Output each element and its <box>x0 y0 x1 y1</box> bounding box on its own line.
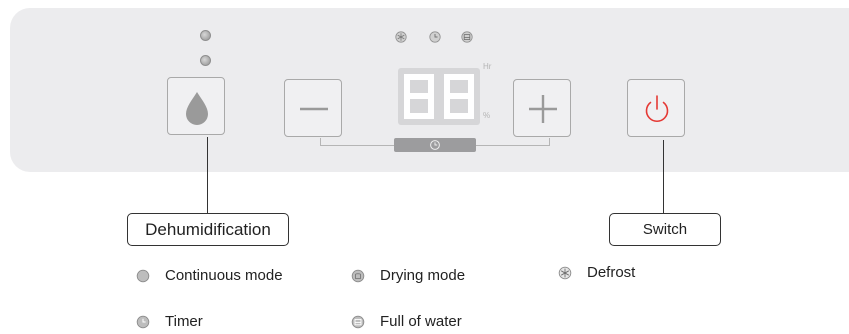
full-water-indicator-icon <box>461 30 473 43</box>
timer-button[interactable] <box>394 138 476 152</box>
legend-timer: Timer <box>136 313 203 330</box>
defrost-indicator-icon <box>395 30 407 43</box>
legend-defrost: Defrost <box>558 264 635 281</box>
dehumidification-callout: Dehumidification <box>127 213 289 246</box>
full-water-icon <box>351 315 365 329</box>
switch-callout: Switch <box>609 213 721 246</box>
continuous-mode-indicator-icon <box>200 30 211 41</box>
legend-timer-label: Timer <box>165 313 203 330</box>
timer-icon <box>430 140 440 150</box>
drying-mode-indicator-icon <box>200 55 211 66</box>
legend-defrost-label: Defrost <box>587 264 636 281</box>
water-drop-icon <box>186 92 208 125</box>
legend-drying-mode: Drying mode <box>351 267 465 284</box>
switch-label: Switch <box>642 221 688 238</box>
legend-full-of-water: Full of water <box>351 313 462 330</box>
dehumidification-leader-line <box>207 137 208 213</box>
percent-unit-label: % <box>483 111 491 120</box>
power-button[interactable] <box>627 79 685 137</box>
minus-icon <box>300 107 328 111</box>
continuous-mode-icon <box>136 269 150 283</box>
timer-legend-icon <box>136 315 150 329</box>
legend-full-of-water-label: Full of water <box>380 313 462 330</box>
plus-icon <box>529 95 557 123</box>
digital-display: 88 <box>398 68 480 125</box>
legend-drying-mode-label: Drying mode <box>380 267 466 284</box>
legend-continuous-mode-label: Continuous mode <box>165 267 283 284</box>
drying-mode-icon <box>351 269 365 283</box>
switch-leader-line <box>663 140 664 213</box>
dehumidification-label: Dehumidification <box>145 219 271 239</box>
hours-unit-label: Hr <box>483 62 492 71</box>
legend-continuous-mode: Continuous mode <box>136 267 283 284</box>
minus-button[interactable] <box>284 79 342 137</box>
timer-indicator-icon <box>429 30 441 43</box>
power-icon <box>645 95 669 123</box>
defrost-icon <box>558 266 572 280</box>
bracket-right <box>549 138 550 146</box>
plus-button[interactable] <box>513 79 571 137</box>
dehumidify-button[interactable] <box>167 77 225 135</box>
